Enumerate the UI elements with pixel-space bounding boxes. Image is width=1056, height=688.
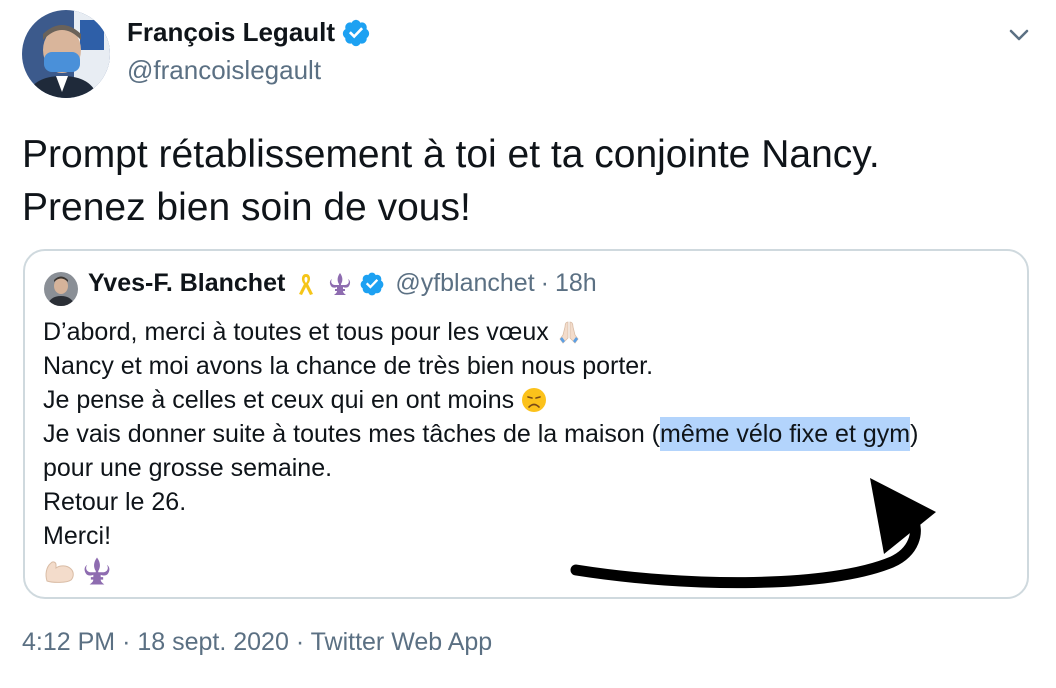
quoted-separator: · bbox=[540, 269, 549, 297]
selected-text-highlight: même vélo fixe et gym bbox=[660, 417, 911, 451]
hand-drawn-arrow-annotation bbox=[570, 478, 936, 589]
author-name[interactable]: François Legault bbox=[127, 17, 371, 48]
quoted-line-4-end: ) bbox=[910, 420, 919, 448]
more-options-button[interactable] bbox=[1004, 20, 1034, 50]
tweet-date[interactable]: 18 sept. 2020 bbox=[137, 628, 289, 656]
quoted-timestamp[interactable]: 18h bbox=[555, 269, 597, 298]
footer-separator: · bbox=[295, 628, 305, 656]
tweet-footer: 4:12 PM · 18 sept. 2020 · Twitter Web Ap… bbox=[22, 628, 492, 657]
quoted-header: Yves-F. Blanchet @yfblanchet · 18h bbox=[88, 269, 597, 298]
quoted-text-line: D’abord, merci à toutes et tous pour les… bbox=[43, 315, 918, 349]
quoted-line-7: Merci! bbox=[43, 522, 112, 550]
tweet-card: François Legault @francoislegault Prompt… bbox=[0, 0, 1056, 688]
quoted-text-line: Je vais donner suite à toutes mes tâches… bbox=[43, 417, 918, 451]
quoted-text-line: Nancy et moi avons la chance de très bie… bbox=[43, 349, 918, 383]
author-name-text: François Legault bbox=[127, 17, 336, 47]
quoted-line-3: Je pense à celles et ceux qui en ont moi… bbox=[43, 386, 515, 414]
flexed-biceps-emoji-icon bbox=[45, 561, 74, 583]
folded-hands-emoji-icon bbox=[559, 321, 579, 344]
fleur-de-lis-emoji-icon bbox=[84, 557, 110, 585]
quoted-line-4-start: Je vais donner suite à toutes mes tâches… bbox=[43, 420, 660, 448]
tweet-time[interactable]: 4:12 PM bbox=[22, 628, 115, 656]
tweet-text-line: Prompt rétablissement à toi et ta conjoi… bbox=[22, 133, 880, 176]
fleur-de-lis-emoji-icon bbox=[330, 272, 351, 295]
footer-separator: · bbox=[122, 628, 131, 656]
quoted-text-line: Je pense à celles et ceux qui en ont moi… bbox=[43, 383, 918, 417]
quoted-author-name[interactable]: Yves-F. Blanchet bbox=[88, 269, 285, 298]
verified-badge-icon bbox=[342, 19, 370, 46]
yellow-ribbon-emoji-icon bbox=[299, 273, 314, 295]
quoted-line-5: pour une grosse semaine. bbox=[43, 454, 333, 482]
tweet-source[interactable]: Twitter Web App bbox=[311, 628, 493, 656]
verified-badge-icon bbox=[360, 272, 384, 295]
tweet-text: Prompt rétablissement à toi et ta conjoi… bbox=[22, 128, 1022, 234]
quoted-author-avatar[interactable] bbox=[44, 272, 78, 306]
author-handle[interactable]: @francoislegault bbox=[127, 55, 321, 86]
quoted-line-2: Nancy et moi avons la chance de très bie… bbox=[43, 352, 654, 380]
chevron-down-icon bbox=[1009, 29, 1029, 41]
author-avatar[interactable] bbox=[22, 10, 110, 98]
quoted-author-handle[interactable]: @yfblanchet bbox=[395, 269, 534, 298]
tweet-text-line: Prenez bien soin de vous! bbox=[22, 186, 471, 229]
disappointed-face-emoji-icon bbox=[522, 388, 547, 412]
quoted-line-1: D’abord, merci à toutes et tous pour les… bbox=[43, 318, 549, 346]
quoted-line-6: Retour le 26. bbox=[43, 488, 187, 516]
